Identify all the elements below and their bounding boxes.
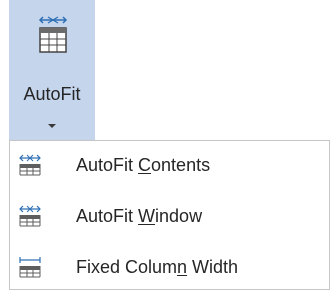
menu-item-label: Fixed Column Width — [76, 257, 239, 277]
autofit-menu: AutoFit Contents AutoFit Window Fixed Co… — [9, 140, 330, 290]
menu-item-autofit-contents[interactable]: AutoFit Contents — [10, 145, 329, 185]
autofit-label: AutoFit — [23, 84, 81, 104]
menu-item-label: AutoFit Window — [76, 206, 203, 226]
menu-item-autofit-window[interactable]: AutoFit Window — [10, 196, 329, 236]
autofit-window-icon — [19, 205, 41, 227]
fixed-column-width-icon — [19, 257, 41, 278]
menu-item-label: AutoFit Contents — [76, 155, 211, 175]
autofit-contents-icon — [19, 154, 41, 176]
autofit-button[interactable]: AutoFit — [9, 0, 95, 140]
table-autofit-icon — [38, 16, 68, 53]
chevron-down-icon — [48, 124, 56, 128]
menu-item-fixed-column-width[interactable]: Fixed Column Width — [10, 247, 329, 287]
